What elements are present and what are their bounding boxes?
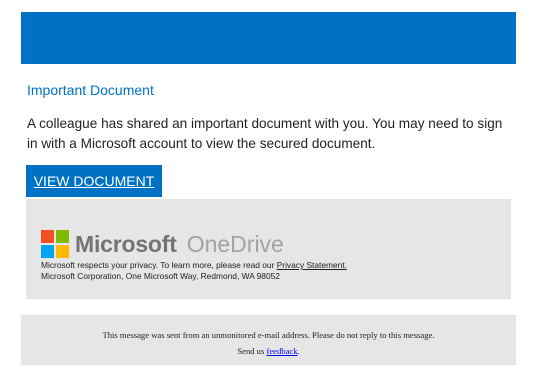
view-document-button[interactable]: VIEW DOCUMENT [26, 165, 162, 197]
email-heading: Important Document [27, 82, 154, 98]
feedback-link[interactable]: feedback [266, 346, 297, 356]
onedrive-wordmark: OneDrive [186, 230, 284, 257]
feedback-suffix: . [297, 346, 300, 356]
footer-panel: This message was sent from an unmonitore… [21, 315, 516, 365]
email-page: Important Document A colleague has share… [0, 0, 540, 369]
privacy-text: Microsoft respects your privacy. To lear… [41, 260, 277, 270]
company-address: Microsoft Corporation, One Microsoft Way… [41, 271, 280, 281]
microsoft-logo-icon [41, 230, 69, 258]
privacy-notice: Microsoft respects your privacy. To lear… [41, 260, 347, 282]
brand-panel: Microsoft OneDrive Microsoft respects yo… [26, 199, 511, 299]
logo-red-square [41, 230, 54, 243]
privacy-statement-link[interactable]: Privacy Statement. [277, 260, 347, 270]
feedback-prefix: Send us [237, 346, 267, 356]
feedback-line: Send us feedback. [21, 346, 516, 356]
header-banner [21, 12, 516, 64]
brand-wordmark: Microsoft OneDrive [75, 230, 284, 258]
unmonitored-notice: This message was sent from an unmonitore… [102, 330, 435, 340]
logo-green-square [56, 230, 69, 243]
logo-yellow-square [56, 245, 69, 258]
privacy-line: Microsoft respects your privacy. To lear… [41, 260, 347, 271]
logo-blue-square [41, 245, 54, 258]
microsoft-wordmark: Microsoft [75, 230, 177, 257]
email-body-text: A colleague has shared an important docu… [27, 116, 503, 151]
